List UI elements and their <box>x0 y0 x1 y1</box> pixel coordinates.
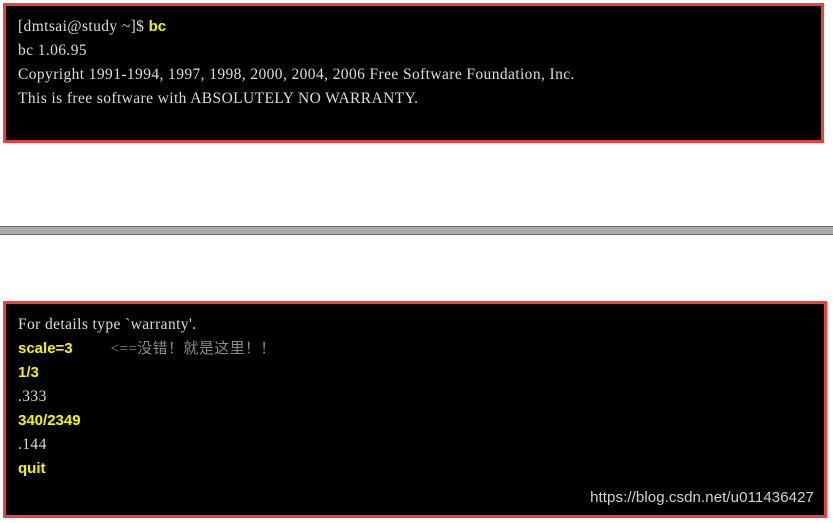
terminal-line: bc 1.06.95 <box>18 39 821 63</box>
terminal-annotation: <==没错！就是这里！！ <box>110 341 276 357</box>
terminal-line-text: For details type `warranty'. <box>18 316 197 333</box>
terminal-line-text: .333 <box>18 388 47 405</box>
terminal-block-top: [dmtsai@study ~]$ bc bc 1.06.95 Copyrigh… <box>3 3 824 143</box>
terminal-block-bottom: For details type `warranty'. scale=3 <==没… <box>3 301 827 518</box>
terminal-line: scale=3 <==没错！就是这里！！ <box>18 337 824 361</box>
terminal-line: 1/3 <box>18 361 824 385</box>
terminal-line-text: quit <box>18 460 46 477</box>
terminal-line-text: [dmtsai@study ~]$ <box>18 18 149 35</box>
terminal-line: quit <box>18 457 824 481</box>
terminal-line-text: This is free software with ABSOLUTELY NO… <box>18 90 419 107</box>
terminal-command-text: bc <box>148 18 167 35</box>
terminal-top-content: [dmtsai@study ~]$ bc bc 1.06.95 Copyrigh… <box>6 6 821 111</box>
terminal-line-text: .144 <box>18 436 47 453</box>
terminal-line-text: 340/2349 <box>18 412 81 429</box>
terminal-line: This is free software with ABSOLUTELY NO… <box>18 87 821 111</box>
terminal-bottom-content: For details type `warranty'. scale=3 <==没… <box>6 304 824 481</box>
section-divider <box>0 226 833 235</box>
terminal-line-text: 1/3 <box>18 364 39 381</box>
terminal-line: .144 <box>18 433 824 457</box>
terminal-line: .333 <box>18 385 824 409</box>
terminal-line-text: Copyright 1991-1994, 1997, 1998, 2000, 2… <box>18 66 575 83</box>
terminal-line: For details type `warranty'. <box>18 313 824 337</box>
terminal-line-text: bc 1.06.95 <box>18 42 88 59</box>
terminal-line: Copyright 1991-1994, 1997, 1998, 2000, 2… <box>18 63 821 87</box>
terminal-line: [dmtsai@study ~]$ bc <box>18 15 821 39</box>
terminal-line: 340/2349 <box>18 409 824 433</box>
watermark-url: https://blog.csdn.net/u011436427 <box>590 489 814 506</box>
terminal-line-text: scale=3 <box>18 340 73 357</box>
